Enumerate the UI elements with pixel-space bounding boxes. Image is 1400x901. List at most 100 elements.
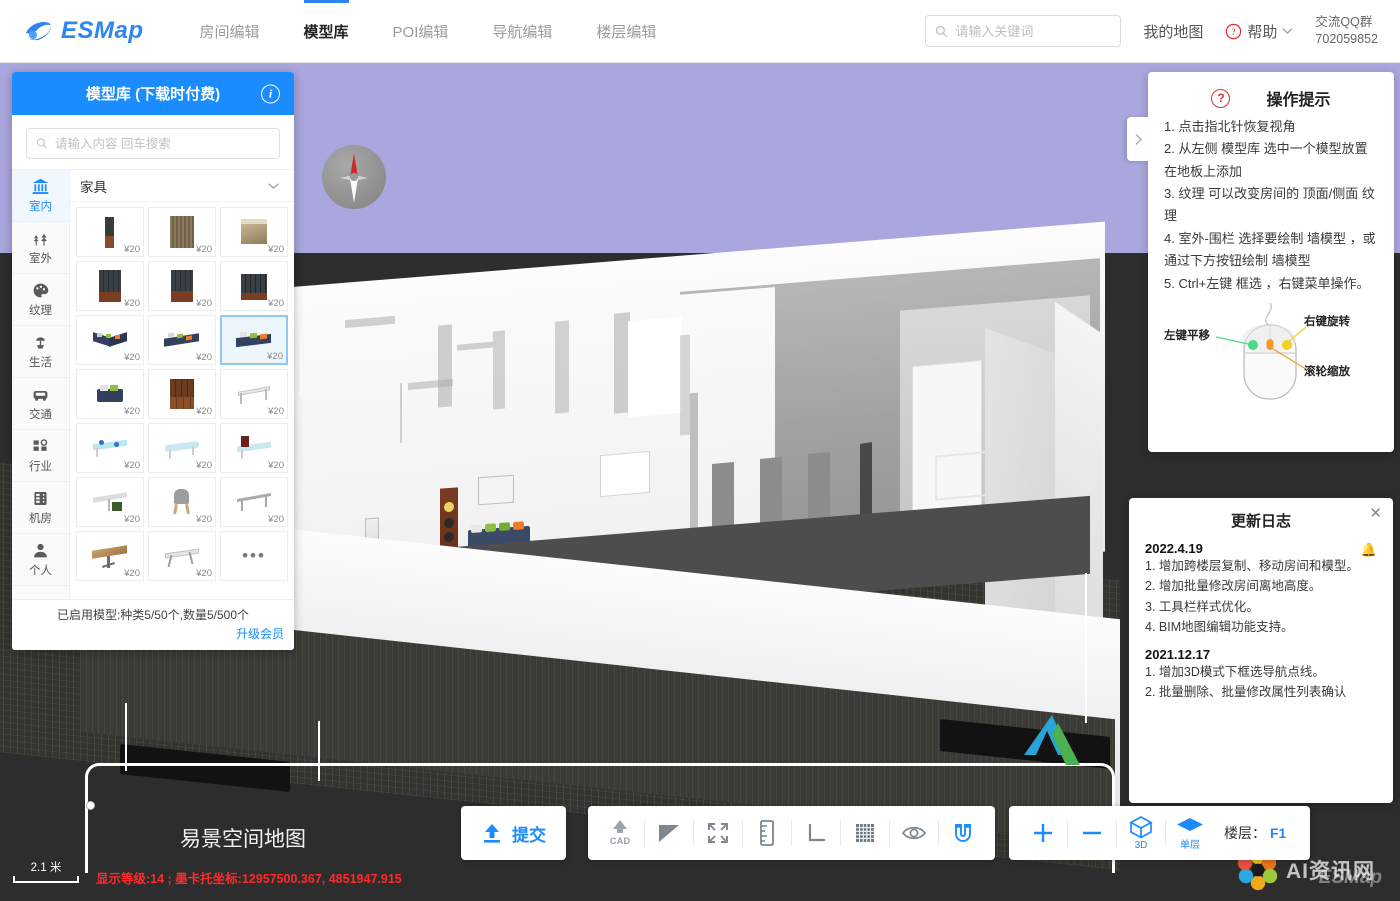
chevron-down-icon [1282,28,1293,34]
sidebar-item-label: 个人 [29,565,52,577]
boundary-node[interactable] [86,801,95,810]
model-cell[interactable]: ¥20 [148,531,216,581]
model-cell[interactable]: ¥20 [76,531,144,581]
sidebar-item-label: 生活 [29,357,52,369]
search-icon [36,138,48,149]
my-map-link[interactable]: 我的地图 [1143,21,1203,42]
furniture-cabinet[interactable] [440,487,458,551]
model-search[interactable] [26,128,280,159]
model-cell[interactable]: ¥20 [220,477,288,527]
single-layer-label: 单层 [1180,840,1200,851]
model-price: ¥20 [268,244,284,255]
model-panel-header: 模型库 (下载时付费) i [12,72,294,115]
logo-text: ESMap [61,17,144,44]
upgrade-membership-link[interactable]: 升级会员 [22,625,284,642]
single-layer-button[interactable]: 单层 [1166,806,1214,860]
sidebar-item-outdoor[interactable]: 室外 [12,222,69,274]
tips-header: ? 操作提示 [1164,86,1378,110]
tips-title: 操作提示 [1266,92,1331,109]
sidebar-item-indoor[interactable]: 室内 [12,170,69,222]
model-cell[interactable]: ¥20 [220,261,288,311]
model-cell[interactable]: ¥20 [76,315,144,365]
sidebar-item-label: 室内 [29,201,52,213]
model-cell[interactable]: ¥20 [220,423,288,473]
model-price: ¥20 [268,460,284,471]
sidebar-item-texture[interactable]: 纹理 [12,274,69,326]
model-cell[interactable]: ¥20 [148,423,216,473]
view-3d-button[interactable]: 3D [1117,806,1165,860]
nav-item-poi-edit[interactable]: POI编辑 [371,0,471,63]
sidebar-item-server-room[interactable]: 机房 [12,482,69,534]
car-icon [33,391,48,401]
model-cell-more[interactable]: ••• [220,531,288,581]
model-cell[interactable]: ¥20 [76,261,144,311]
fullscreen-icon[interactable] [694,806,742,860]
model-search-input[interactable] [54,136,270,151]
zoom-out-button[interactable] [1068,806,1116,860]
sidebar-item-label: 纹理 [29,305,52,317]
sidebar-item-traffic[interactable]: 交通 [12,378,69,430]
nav-item-floor-edit[interactable]: 楼层编辑 [574,0,678,63]
tip-line-4: 4. 室外-围栏 选择要绘制 墙模型 ，或通过下方按钮绘制 墙模型 [1164,230,1376,269]
nav-item-model-library[interactable]: 模型库 [282,0,371,63]
model-cell-selected[interactable]: ¥20 [220,315,288,365]
sidebar-item-industry[interactable]: 行业 [12,430,69,482]
header-search[interactable] [925,15,1122,47]
cad-upload-icon[interactable]: CAD [596,806,644,860]
bell-icon: 🔔 [1360,542,1377,557]
model-price: ¥20 [268,298,284,309]
submit-button[interactable]: 提交 [461,806,566,860]
eye-icon[interactable] [890,806,938,860]
model-cell[interactable]: ¥20 [220,207,288,257]
qq-group-info[interactable]: 交流QQ群 702059852 [1315,14,1378,48]
furniture-picture[interactable] [478,474,514,506]
nav-item-room-edit[interactable]: 房间编辑 [178,0,282,63]
model-cell[interactable]: ¥20 [148,369,216,419]
close-icon[interactable]: ✕ [1369,506,1382,521]
tips-collapse-toggle[interactable] [1127,117,1149,161]
ruler-icon[interactable] [743,806,791,860]
model-cell[interactable]: ¥20 [148,261,216,311]
question-circle-icon: ? [1226,23,1242,39]
compass-icon[interactable] [322,145,386,209]
server-icon [34,492,47,505]
model-cell[interactable]: ¥20 [148,207,216,257]
interior-wall [690,392,698,544]
submit-label: 提交 [512,825,546,845]
model-cell[interactable]: ¥20 [220,369,288,419]
sidebar-item-personal[interactable]: 个人 [12,534,69,586]
help-menu[interactable]: ? 帮助 [1225,21,1293,42]
model-cell[interactable]: ¥20 [148,477,216,527]
model-group-header[interactable]: 家具 [70,170,294,202]
zoom-in-button[interactable] [1019,806,1067,860]
magnet-icon[interactable] [939,806,987,860]
sidebar-item-life[interactable]: 生活 [12,326,69,378]
measure-line [1085,573,1087,723]
angle-icon[interactable] [792,806,840,860]
model-cell[interactable]: ¥20 [148,315,216,365]
model-cell[interactable]: ¥20 [76,369,144,419]
grid-icon[interactable] [841,806,889,860]
tip-line-2: 2. 从左侧 模型库 选中一个模型放置在地板上添加 [1164,141,1368,179]
esmap-watermark: ESMap [1318,867,1382,888]
chevron-down-icon [267,182,280,189]
info-icon[interactable]: i [261,84,280,103]
palette-icon [33,283,49,298]
nav-item-nav-edit[interactable]: 导航编辑 [470,0,574,63]
tip-line-3: 3. 纹理 可以改变房间的 顶面/侧面 纹理 [1164,186,1375,224]
polygon-icon[interactable] [645,806,693,860]
model-cell[interactable]: ¥20 [76,423,144,473]
measure-line [318,721,320,781]
model-cell[interactable]: ¥20 [76,477,144,527]
model-price: ¥20 [124,460,140,471]
model-price: ¥20 [124,514,140,525]
app-logo[interactable]: ESMap [22,17,144,45]
sidebar-item-label: 室外 [29,253,52,265]
model-cell[interactable]: ¥20 [76,207,144,257]
update-log-title: 更新日志 [1230,513,1291,530]
log-date-text: 2022.4.19 [1145,541,1203,556]
category-rail: 室内 室外 纹理 生活 交通 行业 机房 个人 [12,170,70,599]
search-input[interactable] [955,23,1106,39]
floor-value[interactable]: F1 [1266,825,1300,841]
question-icon: ? [1211,88,1231,108]
